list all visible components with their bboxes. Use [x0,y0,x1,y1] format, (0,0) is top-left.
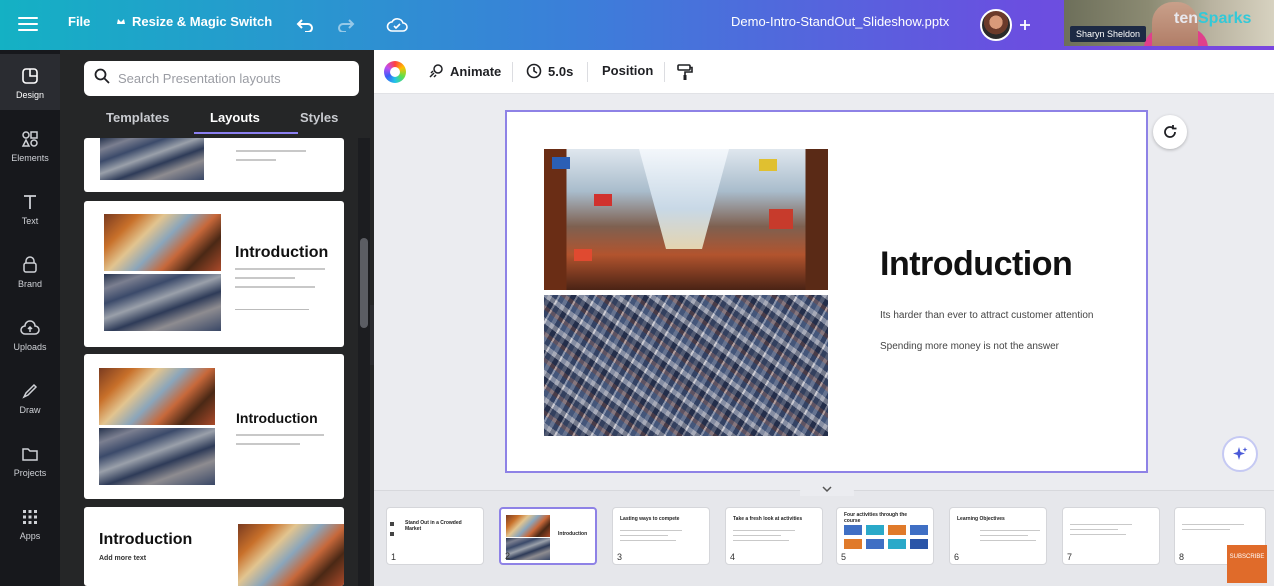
nav-label: Elements [11,152,49,163]
position-button[interactable]: Position [602,63,653,78]
left-nav: Design Elements Text Brand Uploads Draw … [0,50,60,586]
crowd-market-image[interactable] [544,295,828,436]
nav-draw[interactable]: Draw [0,369,60,425]
nav-elements[interactable]: Elements [0,117,60,173]
slide-canvas[interactable]: Introduction Its harder than ever to att… [505,110,1148,473]
layout-card[interactable]: Introduction Add more text [84,507,344,586]
apps-icon [19,506,41,528]
nav-text[interactable]: Text [0,180,60,236]
page-title: Learning Objectives [957,516,1005,522]
uploads-icon [19,317,41,339]
top-bar: File Resize & Magic Switch Demo-Intro-St… [0,0,1274,50]
market-arcade-image[interactable] [544,149,828,290]
resize-magic-switch-button[interactable]: Resize & Magic Switch [116,14,272,29]
nav-label: Uploads [13,341,47,352]
redo-icon[interactable] [333,12,359,38]
resize-label: Resize & Magic Switch [132,14,273,29]
page-thumb-6[interactable]: Learning Objectives 6 [949,507,1047,565]
layout-card[interactable]: Introduction [84,201,344,347]
page-title: Stand Out in a Crowded Market [405,520,462,532]
tab-templates[interactable]: Templates [106,110,169,125]
nav-label: Apps [19,530,41,541]
draw-icon [19,380,41,402]
page-number: 4 [730,552,736,562]
tab-layouts[interactable]: Layouts [210,110,260,125]
menu-icon[interactable] [18,15,38,33]
crown-icon [116,14,126,29]
cloud-saved-icon[interactable] [384,12,410,38]
slide-text-line-2[interactable]: Spending more money is not the answer [880,341,1059,352]
nav-label: Design [15,89,44,100]
brand-icon [19,254,41,276]
panel-scrollbar[interactable] [358,138,370,586]
design-icon [19,65,41,87]
add-collaborator-icon[interactable] [1012,12,1038,38]
page-title: Take a fresh look at activities [733,516,803,522]
search-icon [94,68,110,89]
filmstrip-toggle[interactable] [800,482,854,496]
page-title: Introduction [558,531,588,537]
subscribe-badge[interactable]: SUBSCRIBE [1227,545,1267,583]
search-box[interactable] [84,61,359,96]
magic-sparkle-icon[interactable] [1222,436,1258,472]
slide-text-line-1[interactable]: Its harder than ever to attract customer… [880,310,1093,321]
layout-card-title: Introduction [99,531,193,548]
document-title[interactable]: Demo-Intro-StandOut_Slideshow.pptx [731,14,949,29]
nav-brand[interactable]: Brand [0,243,60,299]
refresh-icon[interactable] [1153,115,1187,149]
page-thumb-1[interactable]: Stand Out in a Crowded Market 1 [386,507,484,565]
nav-design[interactable]: Design [0,54,60,110]
layout-card-title: Introduction [235,244,329,261]
file-menu[interactable]: File [68,14,90,29]
nav-label: Brand [17,278,43,289]
tab-styles[interactable]: Styles [300,110,338,125]
color-picker-icon[interactable] [384,61,406,83]
nav-uploads[interactable]: Uploads [0,306,60,362]
nav-label: Text [21,215,39,226]
duration-label: 5.0s [548,63,574,79]
page-number: 2 [505,551,511,561]
page-thumb-3[interactable]: Lasting ways to compete 3 [612,507,710,565]
undo-icon[interactable] [292,12,318,38]
animate-button[interactable]: Animate [428,63,501,79]
elements-icon [19,128,41,150]
avatar[interactable] [980,9,1012,41]
page-number: 5 [841,552,847,562]
page-number: 8 [1179,552,1185,562]
page-number: 6 [954,552,960,562]
layout-card[interactable]: Introduction [84,354,344,499]
clock-icon [526,63,542,79]
webcam-name: Sharyn Sheldon [1070,26,1147,42]
context-toolbar: Animate 5.0s Position [374,50,1274,94]
page-thumb-5[interactable]: Four activities through the course 5 [836,507,934,565]
page-number: 1 [391,552,397,562]
page-title: Four activities through the course [844,512,908,524]
panel-tabs: Templates Layouts Styles [84,106,374,136]
nav-projects[interactable]: Projects [0,432,60,488]
slide-title[interactable]: Introduction [880,245,1073,284]
page-thumb-7[interactable]: 7 [1062,507,1160,565]
page-number: 3 [617,552,623,562]
animate-label: Animate [450,63,502,79]
active-tab-indicator [194,132,298,134]
page-title: Lasting ways to compete [620,516,680,522]
page-thumb-2[interactable]: Introduction 2 [499,507,597,565]
layout-card-subtitle: Add more text [99,555,147,562]
search-input[interactable] [118,71,348,86]
text-icon [19,191,41,213]
paint-format-icon[interactable] [676,63,694,81]
nav-apps[interactable]: Apps [0,495,60,551]
webcam-brand: tenSparks [1174,10,1252,27]
webcam-overlay: tenSparks Sharyn Sheldon [1064,0,1274,46]
nav-label: Projects [13,467,47,478]
layout-card-title: Introduction [236,410,318,426]
page-number: 7 [1067,552,1073,562]
animate-icon [428,63,444,79]
duration-button[interactable]: 5.0s [526,63,573,79]
layouts-panel: Templates Layouts Styles Introduction In… [60,50,374,586]
layout-card[interactable] [84,138,344,192]
projects-icon [19,443,41,465]
page-thumb-4[interactable]: Take a fresh look at activities 4 [725,507,823,565]
nav-label: Draw [19,404,41,415]
